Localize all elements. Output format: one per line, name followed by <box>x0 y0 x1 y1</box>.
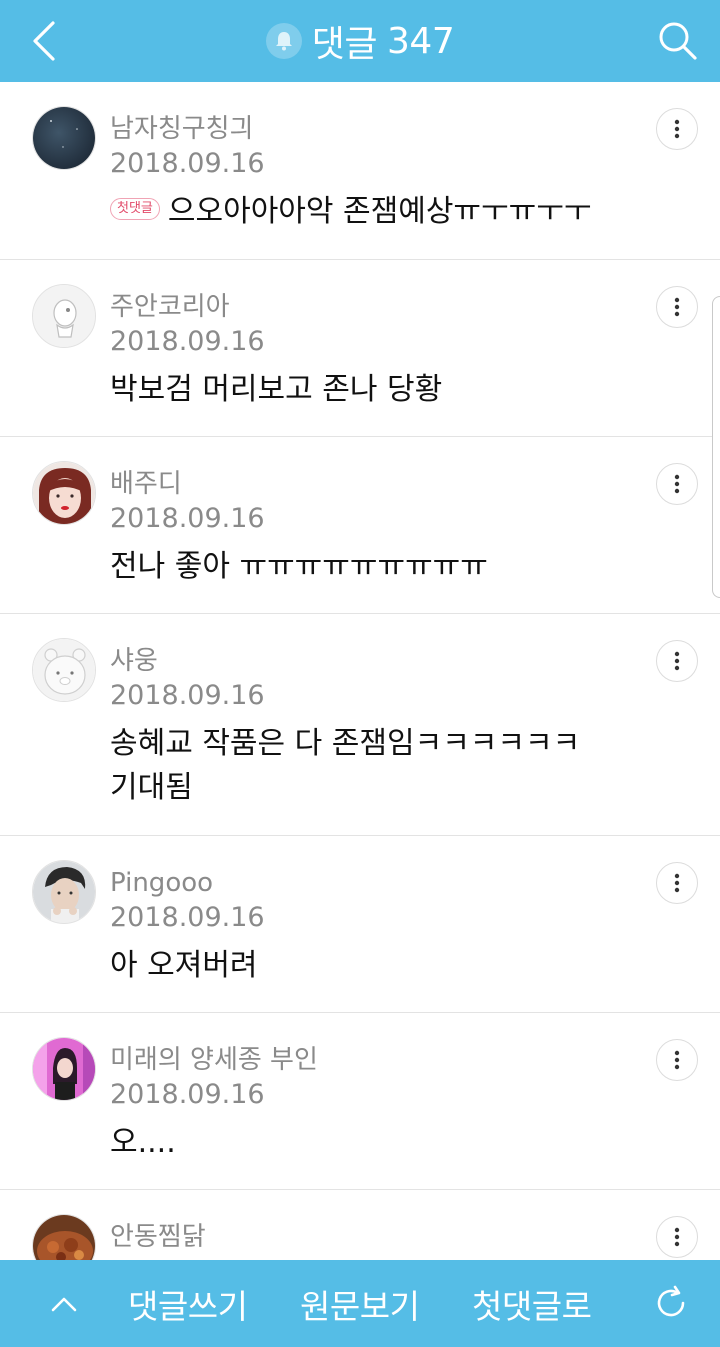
write-comment-button[interactable]: 댓글쓰기 <box>128 1260 248 1347</box>
comment-author[interactable]: 남자칭구칭긔 <box>110 112 265 146</box>
comment-author[interactable]: 주안코리아 <box>110 290 265 324</box>
comment-date: 2018.09.16 <box>110 680 265 711</box>
chevron-up-icon <box>51 1297 77 1312</box>
comment-text: 전나 좋아 ㅠㅠㅠㅠㅠㅠㅠㅠㅠ <box>110 549 488 584</box>
girl-avatar[interactable] <box>32 461 96 525</box>
comment-text-line: 송혜교 작품은 다 존잼임ㅋㅋㅋㅋㅋㅋ <box>110 726 581 761</box>
more-vertical-icon <box>674 1227 680 1247</box>
footer-bar: 댓글쓰기 원문보기 첫댓글로 <box>0 1260 720 1347</box>
header-bar: 댓글 347 <box>0 0 720 82</box>
comment-date: 2018.09.16 <box>110 902 265 933</box>
first-comment-badge: 첫댓글 <box>110 197 160 220</box>
more-vertical-icon <box>674 873 680 893</box>
comment-text: 첫댓글 으오아아아악 존잼예상ㅠㅜㅠㅜㅜ <box>110 190 640 234</box>
comment-item: Pingooo 2018.09.16 아 오져버려 <box>0 836 720 1013</box>
back-button[interactable] <box>22 18 66 64</box>
comment-author[interactable]: 배주디 <box>110 467 265 501</box>
comment-text: 아 오져버려 <box>110 948 258 983</box>
comment-item: 배주디 2018.09.16 전나 좋아 ㅠㅠㅠㅠㅠㅠㅠㅠㅠ <box>0 437 720 614</box>
comment-author[interactable]: Pingooo <box>110 866 265 900</box>
comment-list[interactable]: 남자칭구칭긔 2018.09.16 첫댓글 으오아아아악 존잼예상ㅠㅜㅠㅜㅜ 주… <box>0 82 720 1260</box>
search-button[interactable] <box>654 16 702 66</box>
comment-author[interactable]: 샤웅 <box>110 644 265 678</box>
comment-date: 2018.09.16 <box>110 1079 265 1110</box>
scroll-top-button[interactable] <box>42 1282 86 1326</box>
refresh-icon <box>657 1285 685 1317</box>
scrollbar[interactable] <box>712 296 720 598</box>
comment-date: 2018.09.16 <box>110 326 265 357</box>
comment-text: 오.... <box>110 1125 176 1160</box>
title-label: 댓글 <box>311 24 378 65</box>
go-first-comment-button[interactable]: 첫댓글로 <box>472 1260 592 1347</box>
comment-text-content: 으오아아아악 존잼예상ㅠㅜㅠㅜㅜ <box>167 194 592 229</box>
food-avatar[interactable] <box>32 1214 96 1260</box>
comments-screen: 댓글 347 남자칭구칭긔 2018.09.16 첫댓글 으오아아아악 존잼예상… <box>0 0 720 1347</box>
view-original-button[interactable]: 원문보기 <box>300 1260 420 1347</box>
character-avatar[interactable] <box>32 284 96 348</box>
chevron-left-icon <box>33 21 55 61</box>
man-avatar[interactable] <box>32 860 96 924</box>
comment-text: 박보검 머리보고 존나 당황 <box>110 372 443 407</box>
more-options-button[interactable] <box>656 862 698 904</box>
more-options-button[interactable] <box>656 108 698 150</box>
comment-text-line: 기대됨 <box>110 770 193 805</box>
more-vertical-icon <box>674 1050 680 1070</box>
pink-avatar[interactable] <box>32 1037 96 1101</box>
more-options-button[interactable] <box>656 640 698 682</box>
comment-item: 미래의 양세종 부인 2018.09.16 오.... <box>0 1013 720 1190</box>
night-sky-avatar[interactable] <box>32 106 96 170</box>
more-options-button[interactable] <box>656 463 698 505</box>
more-vertical-icon <box>674 119 680 139</box>
more-options-button[interactable] <box>656 1039 698 1081</box>
more-options-button[interactable] <box>656 1216 698 1258</box>
search-icon <box>659 22 697 60</box>
comment-date: 2018.09.16 <box>110 503 265 534</box>
more-vertical-icon <box>674 651 680 671</box>
more-vertical-icon <box>674 474 680 494</box>
comment-date: 2018.09.16 <box>110 148 265 179</box>
comment-author[interactable]: 미래의 양세종 부인 <box>110 1043 318 1077</box>
refresh-button[interactable] <box>648 1280 694 1326</box>
bear-avatar[interactable] <box>32 638 96 702</box>
page-title: 댓글 347 <box>265 15 455 67</box>
more-options-button[interactable] <box>656 286 698 328</box>
comment-item: 샤웅 2018.09.16 송혜교 작품은 다 존잼임ㅋㅋㅋㅋㅋㅋ 기대됨 <box>0 614 720 836</box>
comment-item: 주안코리아 2018.09.16 박보검 머리보고 존나 당황 <box>0 260 720 437</box>
comment-text: 송혜교 작품은 다 존잼임ㅋㅋㅋㅋㅋㅋ 기대됨 <box>110 722 640 810</box>
comment-item: 남자칭구칭긔 2018.09.16 첫댓글 으오아아아악 존잼예상ㅠㅜㅠㅜㅜ <box>0 82 720 260</box>
comment-author[interactable]: 안동찜닭 <box>110 1220 206 1254</box>
comment-count: 347 <box>387 20 455 62</box>
comment-item: 안동찜닭 <box>0 1190 720 1260</box>
bell-icon[interactable] <box>265 23 302 59</box>
more-vertical-icon <box>674 297 680 317</box>
